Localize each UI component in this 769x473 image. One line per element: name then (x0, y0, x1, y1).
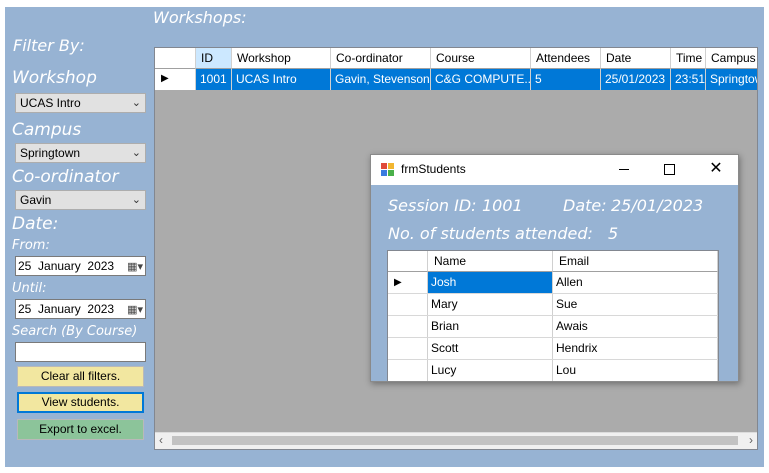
table-cell[interactable]: Lucy (428, 360, 553, 381)
attended-count: 5 (608, 224, 619, 243)
table-cell[interactable]: Allen (553, 272, 718, 293)
row-selector[interactable] (388, 316, 428, 337)
column-header-id[interactable]: ID (196, 48, 232, 69)
column-header-course[interactable]: Course (431, 48, 531, 69)
workshop-combobox[interactable]: UCAS Intro ⌄ (15, 93, 146, 113)
session-date-label: Date: (563, 196, 607, 215)
grid-corner-header (155, 48, 196, 69)
until-day[interactable]: 25 (18, 302, 31, 316)
coordinator-combobox-value: Gavin (20, 193, 52, 207)
table-cell[interactable]: Brian (428, 316, 553, 337)
table-cell[interactable]: Awais (553, 316, 718, 337)
from-label: From: (12, 238, 50, 253)
dialog-titlebar[interactable]: frmStudents ✕ (371, 155, 738, 185)
row-selector-arrow-icon[interactable]: ▶ (388, 272, 428, 293)
search-input[interactable] (15, 342, 146, 362)
until-label: Until: (12, 281, 47, 296)
chevron-down-icon[interactable]: ⌄ (132, 191, 141, 209)
attended-label: No. of students attended: (388, 224, 593, 243)
calendar-icon[interactable]: ▦▾ (127, 301, 143, 319)
table-cell[interactable]: Josh (428, 272, 553, 293)
column-header-campus[interactable]: Campus (706, 48, 757, 69)
table-cell[interactable]: C&G COMPUTE... (431, 69, 531, 90)
from-day[interactable]: 25 (18, 259, 31, 273)
table-cell[interactable]: Sue (553, 294, 718, 315)
grid-corner-header (388, 251, 428, 272)
coordinator-label: Co-ordinator (12, 167, 119, 187)
calendar-icon[interactable]: ▦▾ (127, 258, 143, 276)
column-header-workshop[interactable]: Workshop (232, 48, 331, 69)
table-row[interactable]: Mary Sue (388, 294, 718, 316)
row-selector[interactable] (388, 294, 428, 315)
until-year[interactable]: 2023 (87, 302, 114, 316)
row-selector[interactable] (388, 338, 428, 359)
table-cell[interactable]: 1001 (196, 69, 232, 90)
session-id-value: 1001 (482, 196, 523, 215)
session-date-value: 25/01/2023 (611, 196, 704, 215)
table-cell[interactable]: Springtown (706, 69, 757, 90)
table-cell[interactable]: 25/01/2023 (601, 69, 671, 90)
workshop-combobox-value: UCAS Intro (20, 96, 81, 110)
from-month[interactable]: January (38, 259, 81, 273)
table-row[interactable]: Brian Awais (388, 316, 718, 338)
until-month[interactable]: January (38, 302, 81, 316)
row-selector[interactable] (388, 360, 428, 381)
date-label: Date: (12, 214, 59, 234)
filter-heading: Filter By: (13, 36, 85, 55)
table-cell[interactable]: UCAS Intro (232, 69, 331, 90)
table-cell[interactable]: Lou (553, 360, 718, 381)
column-header-attendees[interactable]: Attendees (531, 48, 601, 69)
table-cell[interactable]: Mary (428, 294, 553, 315)
chevron-down-icon[interactable]: ⌄ (132, 144, 141, 162)
from-year[interactable]: 2023 (87, 259, 114, 273)
table-cell[interactable]: 23:51 (671, 69, 706, 90)
clear-filters-button[interactable]: Clear all filters. (17, 366, 144, 387)
table-row[interactable]: ▶ Josh Allen (388, 272, 718, 294)
column-header-time[interactable]: Time (671, 48, 706, 69)
scrollbar-thumb[interactable] (172, 436, 738, 445)
column-header-name[interactable]: Name (428, 251, 553, 272)
column-header-email[interactable]: Email (553, 251, 718, 272)
maximize-icon[interactable] (657, 159, 681, 179)
export-excel-button[interactable]: Export to excel. (17, 419, 144, 440)
students-dialog[interactable]: frmStudents ✕ Session ID: 1001 Date: 25/… (370, 154, 739, 382)
table-cell[interactable]: Gavin, Stevenson (331, 69, 431, 90)
close-icon[interactable]: ✕ (704, 159, 728, 179)
until-date-picker[interactable]: 25 January 2023 ▦▾ (15, 299, 146, 319)
scroll-left-icon[interactable]: ‹ (159, 433, 163, 448)
campus-label: Campus (12, 120, 82, 140)
students-grid[interactable]: Name Email ▶ Josh Allen Mary Sue Brian A… (387, 250, 719, 381)
column-header-coordinator[interactable]: Co-ordinator (331, 48, 431, 69)
horizontal-scrollbar[interactable]: ‹ › (155, 432, 757, 449)
table-cell[interactable]: 5 (531, 69, 601, 90)
chevron-down-icon[interactable]: ⌄ (132, 94, 141, 112)
view-students-button[interactable]: View students. (17, 392, 144, 413)
column-header-date[interactable]: Date (601, 48, 671, 69)
campus-combobox[interactable]: Springtown ⌄ (15, 143, 146, 163)
coordinator-combobox[interactable]: Gavin ⌄ (15, 190, 146, 210)
table-cell[interactable]: Scott (428, 338, 553, 359)
session-id-label: Session ID: (388, 196, 477, 215)
workshops-heading: Workshops: (153, 8, 247, 27)
table-cell[interactable]: Hendrix (553, 338, 718, 359)
app-icon (381, 163, 394, 176)
minimize-icon[interactable] (612, 159, 636, 179)
dialog-title: frmStudents (401, 162, 466, 176)
table-row[interactable]: Scott Hendrix (388, 338, 718, 360)
scroll-right-icon[interactable]: › (749, 433, 753, 448)
from-date-picker[interactable]: 25 January 2023 ▦▾ (15, 256, 146, 276)
table-row[interactable]: Lucy Lou (388, 360, 718, 381)
search-label: Search (By Course) (12, 324, 138, 339)
campus-combobox-value: Springtown (20, 146, 81, 160)
row-selector-arrow-icon[interactable]: ▶ (155, 69, 196, 90)
workshop-label: Workshop (12, 68, 97, 88)
